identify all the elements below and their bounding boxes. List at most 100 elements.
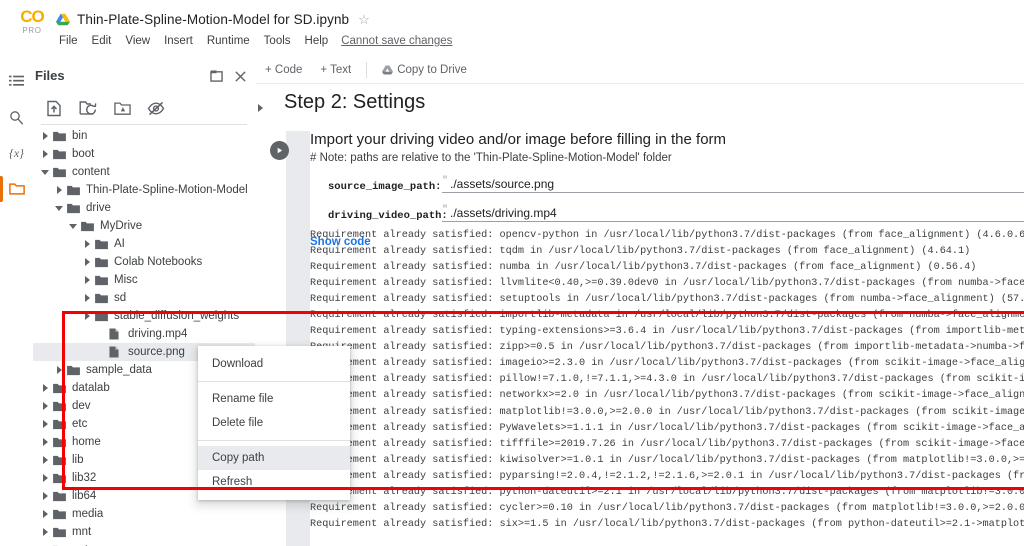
chevron-right-icon[interactable] (83, 293, 92, 303)
chevron-right-icon[interactable] (41, 149, 50, 159)
folder-icon (53, 490, 66, 503)
chevron-right-icon[interactable] (41, 437, 50, 447)
source-image-path-input[interactable]: " ./assets/source.png (442, 176, 1024, 193)
tree-node-label: sd (114, 292, 127, 304)
files-toolbar-divider (41, 124, 247, 125)
tree-file-row[interactable]: driving.mp4 (33, 325, 255, 343)
console-line: Requirement already satisfied: zipp>=0.5… (310, 342, 1024, 354)
folder-icon (53, 148, 66, 161)
menu-insert[interactable]: Insert (157, 35, 200, 47)
menu-tools[interactable]: Tools (257, 35, 298, 47)
tree-folder-row[interactable]: boot (33, 145, 255, 163)
menu-edit[interactable]: Edit (85, 35, 119, 47)
form-note: # Note: paths are relative to the 'Thin-… (310, 152, 672, 164)
toggle-hidden-files-icon[interactable] (139, 93, 173, 123)
chevron-right-icon[interactable] (41, 419, 50, 429)
folder-icon (53, 526, 66, 539)
drive-icon (382, 64, 394, 75)
rail-item-table-of-contents[interactable] (0, 64, 33, 98)
tree-node-label: sample_data (86, 364, 152, 376)
chevron-right-icon[interactable] (55, 365, 64, 375)
new-window-icon[interactable] (207, 67, 225, 85)
colab-logo-mark: CO (20, 7, 45, 26)
rail-item-variables[interactable]: {x} (0, 136, 33, 170)
star-outline-icon[interactable]: ☆ (358, 13, 370, 26)
copy-to-drive-button[interactable]: Copy to Drive (373, 64, 476, 76)
console-line: Requirement already satisfied: tifffile>… (310, 438, 1024, 450)
notebook-title[interactable]: Thin-Plate-Spline-Motion-Model for SD.ip… (77, 12, 349, 27)
folder-icon (95, 238, 108, 251)
chevron-right-icon[interactable] (41, 527, 50, 537)
tree-folder-row[interactable]: mnt (33, 523, 255, 541)
close-icon[interactable] (231, 67, 249, 85)
run-cell-button[interactable] (270, 141, 289, 160)
tree-folder-row[interactable]: Colab Notebooks (33, 253, 255, 271)
field-driving-video-path: driving_video_path: " ./assets/driving.m… (310, 205, 1024, 222)
menu-runtime[interactable]: Runtime (200, 35, 257, 47)
chevron-right-icon[interactable] (41, 383, 50, 393)
variables-icon: {x} (9, 145, 24, 160)
tree-node-label: Colab Notebooks (114, 256, 203, 268)
chevron-down-icon[interactable] (69, 222, 78, 231)
mount-drive-icon[interactable] (105, 93, 139, 123)
chevron-right-icon[interactable] (83, 275, 92, 285)
tree-folder-row[interactable]: stable_diffusion_weights (33, 307, 255, 325)
tree-node-label: boot (72, 148, 95, 160)
chevron-right-icon[interactable] (41, 509, 50, 519)
context-menu-item[interactable]: Copy path (198, 446, 350, 470)
console-line: Requirement already satisfied: typing-ex… (310, 326, 1024, 338)
driving-video-path-input[interactable]: " ./assets/driving.mp4 (442, 205, 1024, 222)
chevron-right-icon[interactable] (83, 239, 92, 249)
chevron-right-icon[interactable] (41, 473, 50, 483)
chevron-right-icon[interactable] (41, 131, 50, 141)
tree-folder-row[interactable]: drive (33, 199, 255, 217)
tree-folder-row[interactable]: bin (33, 127, 255, 145)
chevron-right-icon[interactable] (83, 311, 92, 321)
chevron-right-icon[interactable] (41, 491, 50, 501)
rail-item-files[interactable] (0, 172, 33, 206)
menu-view[interactable]: View (118, 35, 157, 47)
context-menu-item[interactable]: Refresh (198, 470, 350, 494)
tree-folder-row[interactable]: MyDrive (33, 217, 255, 235)
tree-folder-row[interactable]: opt (33, 541, 255, 546)
tree-folder-row[interactable]: content (33, 163, 255, 181)
console-line: Requirement already satisfied: six>=1.5 … (310, 518, 1024, 530)
tree-node-label: content (72, 166, 110, 178)
console-line: Requirement already satisfied: importlib… (310, 310, 1024, 322)
menu-help[interactable]: Help (298, 35, 336, 47)
tree-folder-row[interactable]: Misc (33, 271, 255, 289)
chevron-right-icon[interactable] (41, 401, 50, 411)
folder-icon (81, 220, 94, 233)
chevron-right-icon[interactable] (55, 185, 64, 195)
file-context-menu: Download Rename file Delete file Copy path R… (198, 346, 350, 500)
add-code-cell-button[interactable]: + Code (256, 64, 311, 76)
folder-icon (53, 472, 66, 485)
context-menu-item[interactable]: Rename file (198, 387, 350, 411)
add-text-cell-button[interactable]: + Text (311, 64, 360, 76)
file-icon (109, 328, 122, 341)
tree-folder-row[interactable]: Thin-Plate-Spline-Motion-Model (33, 181, 255, 199)
folder-icon (95, 256, 108, 269)
colab-logo[interactable]: CO PRO (10, 8, 54, 36)
rail-item-search[interactable] (0, 100, 33, 134)
context-menu-divider (198, 440, 350, 441)
console-line: Requirement already satisfied: kiwisolve… (310, 454, 1024, 466)
tree-folder-row[interactable]: sd (33, 289, 255, 307)
context-menu-item[interactable]: Delete file (198, 411, 350, 435)
context-menu-item[interactable]: Download (198, 352, 350, 376)
console-line: Requirement already satisfied: pyparsing… (310, 470, 1024, 482)
folder-icon (53, 418, 66, 431)
menu-file[interactable]: File (52, 35, 85, 47)
chevron-down-icon[interactable] (55, 204, 64, 213)
section-collapse-caret[interactable] (256, 99, 266, 117)
chevron-down-icon[interactable] (41, 168, 50, 177)
refresh-folder-icon[interactable] (71, 93, 105, 123)
chevron-right-icon[interactable] (83, 257, 92, 267)
save-status-link[interactable]: Cannot save changes (341, 35, 452, 47)
source-image-path-value: ./assets/source.png (450, 177, 555, 191)
folder-icon (53, 508, 66, 521)
tree-folder-row[interactable]: AI (33, 235, 255, 253)
upload-file-icon[interactable] (37, 93, 71, 123)
chevron-right-icon[interactable] (41, 455, 50, 465)
tree-folder-row[interactable]: media (33, 505, 255, 523)
